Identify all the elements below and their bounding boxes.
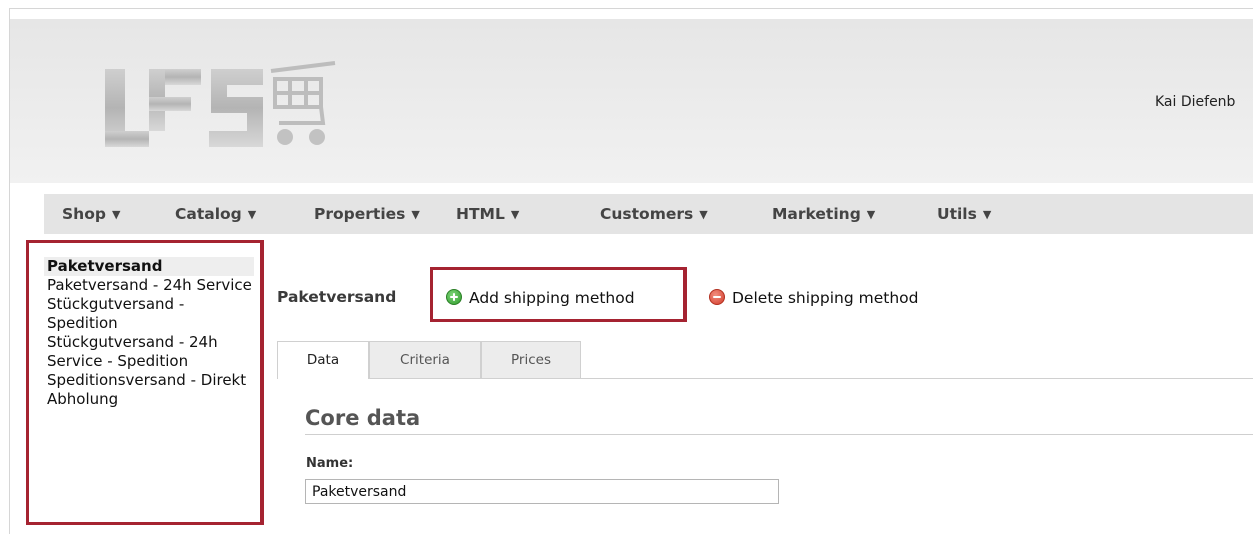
delete-shipping-method-label: Delete shipping method [732, 289, 919, 307]
sidebar-item-stueckgut-24h-spedition[interactable]: Stückgutversand - 24h Service - Speditio… [44, 333, 254, 371]
sidebar-item-paketversand-24h[interactable]: Paketversand - 24h Service [44, 276, 254, 295]
add-shipping-method-label: Add shipping method [469, 289, 635, 307]
menu-customers[interactable]: Customers ▼ [600, 194, 708, 234]
shipping-methods-sidebar: Paketversand Paketversand - 24h Service … [26, 240, 264, 525]
main-menu-bar: Shop ▼ Catalog ▼ Properties ▼ HTML ▼ Custome… [44, 194, 1253, 234]
chevron-down-icon: ▼ [510, 208, 520, 221]
sidebar-item-paketversand[interactable]: Paketversand [44, 257, 254, 276]
menu-html[interactable]: HTML ▼ [456, 194, 519, 234]
sidebar-item-abholung[interactable]: Abholung [44, 390, 254, 409]
menu-marketing[interactable]: Marketing ▼ [772, 194, 875, 234]
chevron-down-icon: ▼ [982, 208, 992, 221]
section-title: Core data [305, 406, 421, 430]
menu-shop[interactable]: Shop ▼ [62, 194, 120, 234]
remove-circle-icon [709, 289, 725, 305]
user-name[interactable]: Kai Diefenb [1155, 94, 1235, 110]
section-divider [305, 434, 1253, 435]
chevron-down-icon: ▼ [866, 208, 876, 221]
chevron-down-icon: ▼ [111, 208, 121, 221]
tab-data[interactable]: Data [277, 341, 369, 379]
sidebar-item-stueckgut-spedition[interactable]: Stückgutversand - Spedition [44, 295, 254, 333]
tab-criteria[interactable]: Criteria [369, 341, 481, 378]
lfs-logo-icon[interactable] [103, 57, 343, 162]
shipping-methods-list: Paketversand Paketversand - 24h Service … [44, 257, 254, 409]
name-field-label: Name: [306, 456, 354, 471]
menu-properties[interactable]: Properties ▼ [314, 194, 420, 234]
chevron-down-icon: ▼ [699, 208, 708, 221]
menu-utils[interactable]: Utils ▼ [937, 194, 991, 234]
menu-catalog[interactable]: Catalog ▼ [175, 194, 256, 234]
name-field[interactable] [305, 479, 779, 504]
delete-shipping-method-button[interactable]: Delete shipping method [709, 287, 919, 309]
tab-bar: Data Criteria Prices [277, 341, 1253, 379]
add-circle-icon [446, 289, 462, 305]
page-title: Paketversand [277, 288, 397, 306]
add-shipping-method-button[interactable]: Add shipping method [446, 287, 635, 309]
chevron-down-icon: ▼ [247, 208, 257, 221]
tab-prices[interactable]: Prices [481, 341, 581, 378]
sidebar-item-speditionsversand-direkt[interactable]: Speditionsversand - Direkt [44, 371, 254, 390]
chevron-down-icon: ▼ [411, 208, 420, 221]
